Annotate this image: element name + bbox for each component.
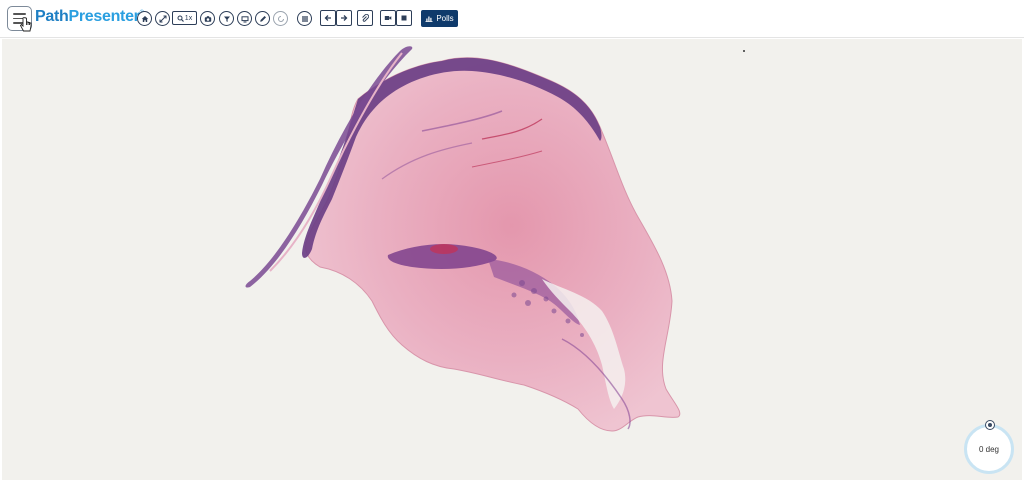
home-button[interactable] [137,11,152,26]
polls-label: Polls [436,14,454,23]
tissue-specimen-image [245,46,681,432]
camera-icon [204,15,211,22]
screenshot-button[interactable] [200,11,215,26]
list-icon [301,15,308,22]
paperclip-icon [362,14,369,22]
magnifier-icon [177,15,184,22]
attachment-button[interactable] [357,10,373,26]
arrow-right-icon [341,15,348,21]
rotation-dial[interactable]: 0 deg [964,424,1014,474]
expand-icon [159,15,166,22]
rotate-button[interactable] [273,11,288,26]
slide-viewer-canvas[interactable] [2,39,1022,480]
monitor-icon [241,15,248,22]
slide-debris-speck [743,50,745,52]
handle-dot-icon [988,423,992,427]
hand-cursor-icon [19,17,32,32]
rotation-value: 0 deg [978,444,1000,454]
arrow-left-icon [324,15,331,21]
video-icon [384,16,392,20]
zoom-level-selector[interactable]: 1x [172,11,197,25]
previous-slide-button[interactable] [320,10,336,26]
filter-button[interactable] [219,11,234,26]
top-toolbar: PathPresenter® 1x [0,0,1024,38]
rotate-icon [277,15,284,22]
hamburger-menu-icon [13,13,26,15]
fullscreen-button[interactable] [155,11,170,26]
polls-button[interactable]: Polls [421,10,458,27]
filter-icon [223,16,230,22]
bar-chart-icon [425,16,433,22]
stop-icon [401,15,407,21]
zoom-level-value: 1x [184,14,193,22]
pencil-icon [259,15,266,22]
screen-share-button[interactable] [237,11,252,26]
next-slide-button[interactable] [336,10,352,26]
annotate-button[interactable] [255,11,270,26]
pathpresenter-logo[interactable]: PathPresenter® [35,8,144,26]
record-video-button[interactable] [380,10,396,26]
list-button[interactable] [297,11,312,26]
home-icon [141,15,148,22]
stop-button[interactable] [396,10,412,26]
rotation-dial-handle[interactable] [985,420,995,430]
